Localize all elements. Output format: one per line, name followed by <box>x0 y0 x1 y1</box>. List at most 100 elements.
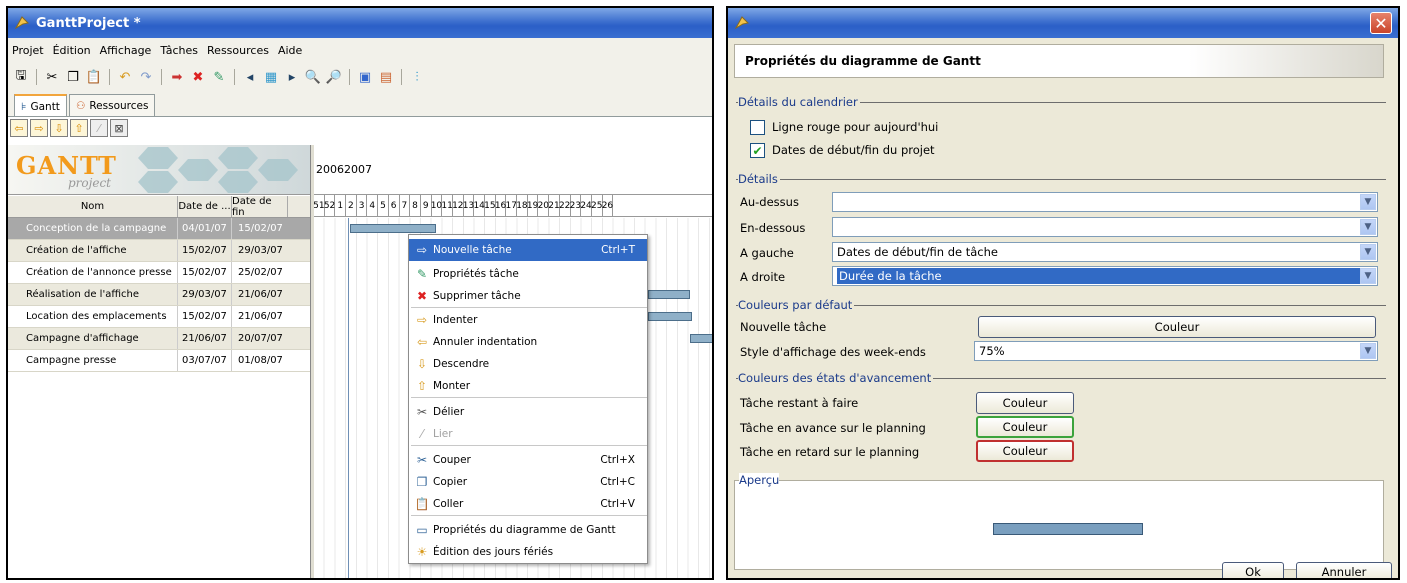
context-menu-label: Propriétés du diagramme de Gantt <box>433 524 616 536</box>
resources-icon[interactable]: ▤ <box>377 68 395 86</box>
week-label: 2 <box>346 195 357 216</box>
menu-edition[interactable]: Édition <box>53 44 91 57</box>
weekend-style-value: 75% <box>979 344 1005 358</box>
task-properties-icon[interactable]: ✎ <box>210 68 228 86</box>
copy-icon: ❐ <box>416 475 428 489</box>
task-bar[interactable] <box>690 334 712 343</box>
menu-taches[interactable]: Tâches <box>160 44 198 57</box>
context-menu-item[interactable]: ✂ Couper Ctrl+X <box>409 449 647 471</box>
redo-icon[interactable]: ↷ <box>137 68 155 86</box>
zoom-in-icon[interactable]: 🔎 <box>325 68 343 86</box>
print-preview-icon[interactable]: ▣ <box>356 68 374 86</box>
menu-aide[interactable]: Aide <box>278 44 302 57</box>
holidays-icon: ☀ <box>416 545 428 559</box>
menu-projet[interactable]: Projet <box>12 44 44 57</box>
unlink-button[interactable]: ⊠ <box>110 119 128 137</box>
context-menu-label: Édition des jours fériés <box>433 546 554 558</box>
todo-color-button[interactable]: Couleur <box>976 392 1074 414</box>
left-select[interactable]: Dates de début/fin de tâche ▼ <box>832 242 1378 262</box>
context-menu-item[interactable]: ⇧ Monter <box>409 375 647 397</box>
weekend-style-select[interactable]: 75% ▼ <box>974 341 1378 361</box>
table-row[interactable]: Conception de la campagne 04/01/07 15/02… <box>8 218 310 240</box>
column-header-name[interactable]: Nom <box>8 196 178 217</box>
above-select[interactable]: ▼ <box>832 192 1378 212</box>
chart-year-header: 2006 2007 <box>314 145 712 195</box>
close-button[interactable]: ✕ <box>1370 12 1392 34</box>
menu-ressources[interactable]: Ressources <box>207 44 269 57</box>
preview-panel: Aperçu <box>734 473 1384 570</box>
new-task-icon[interactable]: ➡ <box>168 68 186 86</box>
ok-button[interactable]: Ok <box>1222 562 1284 578</box>
scroll-right-icon[interactable]: ▸ <box>283 68 301 86</box>
right-select[interactable]: Durée de la tâche ▼ <box>832 266 1378 286</box>
context-menu-item[interactable]: ▭ Propriétés du diagramme de Gantt <box>409 519 647 541</box>
context-menu-item[interactable]: ⇨ Indenter <box>409 309 647 331</box>
task-nav-buttons: ⇦ ⇨ ⇩ ⇧ ⁄ ⊠ <box>10 119 128 139</box>
cut-icon[interactable]: ✂ <box>43 68 61 86</box>
menu-separator <box>411 397 647 398</box>
save-icon[interactable]: 🖫 <box>12 68 30 86</box>
context-menu-label: Supprimer tâche <box>433 290 521 302</box>
below-select[interactable]: ▼ <box>832 217 1378 237</box>
red-line-checkbox[interactable] <box>750 120 765 135</box>
context-menu-item[interactable]: ⇩ Descendre <box>409 353 647 375</box>
zoom-out-icon[interactable]: 🔍 <box>304 68 322 86</box>
ahead-color-button[interactable]: Couleur <box>976 416 1074 438</box>
indent-button[interactable]: ⇨ <box>30 119 48 137</box>
menu-affichage[interactable]: Affichage <box>100 44 152 57</box>
column-header-start[interactable]: Date de ... <box>178 196 232 217</box>
chevron-down-icon[interactable]: ▼ <box>1360 268 1376 284</box>
context-menu-label: Lier <box>433 428 453 440</box>
tab-ressources[interactable]: ⚇ Ressources <box>68 94 156 116</box>
chart-icon[interactable]: ⫶ <box>408 68 426 86</box>
copy-icon[interactable]: ❐ <box>64 68 82 86</box>
project-dates-checkbox[interactable]: ✔ <box>750 143 765 158</box>
delete-icon[interactable]: ✖ <box>189 68 207 86</box>
table-row[interactable]: Création de l'annonce presse 15/02/07 25… <box>8 262 310 284</box>
move-up-button[interactable]: ⇧ <box>70 119 88 137</box>
hex-decoration <box>178 159 218 181</box>
chevron-down-icon[interactable]: ▼ <box>1360 194 1376 210</box>
table-row[interactable]: Campagne d'affichage 21/06/07 20/07/07 <box>8 328 310 350</box>
column-header-end[interactable]: Date de fin <box>232 196 288 218</box>
task-bar[interactable] <box>648 290 690 299</box>
gantt-tab-icon: ⊧ <box>21 101 27 113</box>
chevron-down-icon[interactable]: ▼ <box>1360 244 1376 260</box>
context-menu-item[interactable]: ❐ Copier Ctrl+C <box>409 471 647 493</box>
new-task-color-button[interactable]: Couleur <box>978 316 1376 338</box>
undo-icon[interactable]: ↶ <box>116 68 134 86</box>
context-menu-item[interactable]: ✎ Propriétés tâche <box>409 263 647 285</box>
context-menu-item[interactable]: ⁄ Lier <box>409 423 647 445</box>
gantt-logo-banner: GANTT project <box>8 145 310 195</box>
move-down-button[interactable]: ⇩ <box>50 119 68 137</box>
late-color-button[interactable]: Couleur <box>976 440 1074 462</box>
chevron-down-icon[interactable]: ▼ <box>1360 343 1376 359</box>
context-menu-item[interactable]: ⇦ Annuler indentation <box>409 331 647 353</box>
table-row[interactable]: Campagne presse 03/07/07 01/08/07 <box>8 350 310 372</box>
tab-gantt[interactable]: ⊧ Gantt <box>14 94 67 118</box>
week-label: 52 <box>324 195 336 216</box>
chevron-down-icon[interactable]: ▼ <box>1360 219 1376 235</box>
paste-icon[interactable]: 📋 <box>85 68 103 86</box>
task-properties-icon: ✎ <box>416 267 428 281</box>
grid-icon[interactable]: ▦ <box>262 68 280 86</box>
toolbar-separator <box>234 69 235 85</box>
cancel-button[interactable]: Annuler <box>1296 562 1392 578</box>
toolbar-separator <box>109 69 110 85</box>
task-end: 21/06/07 <box>238 311 283 322</box>
year-label: 2007 <box>344 163 372 176</box>
unindent-button[interactable]: ⇦ <box>10 119 28 137</box>
context-menu-item[interactable]: ☀ Édition des jours fériés <box>409 541 647 563</box>
context-menu-item[interactable]: ⇨ Nouvelle tâche Ctrl+T <box>409 239 647 261</box>
context-menu-item[interactable]: ✂ Délier <box>409 401 647 423</box>
table-row[interactable]: Location des emplacements 15/02/07 21/06… <box>8 306 310 328</box>
task-bar[interactable] <box>350 224 436 233</box>
table-row[interactable]: Réalisation de l'affiche 29/03/07 21/06/… <box>8 284 310 306</box>
scroll-left-icon[interactable]: ◂ <box>241 68 259 86</box>
table-row[interactable]: Création de l'affiche 15/02/07 29/03/07 <box>8 240 310 262</box>
context-menu-item[interactable]: 📋 Coller Ctrl+V <box>409 493 647 515</box>
link-button[interactable]: ⁄ <box>90 119 108 137</box>
context-menu-item[interactable]: ✖ Supprimer tâche <box>409 285 647 307</box>
indent-icon: ⇨ <box>416 313 428 327</box>
task-bar[interactable] <box>648 312 692 321</box>
